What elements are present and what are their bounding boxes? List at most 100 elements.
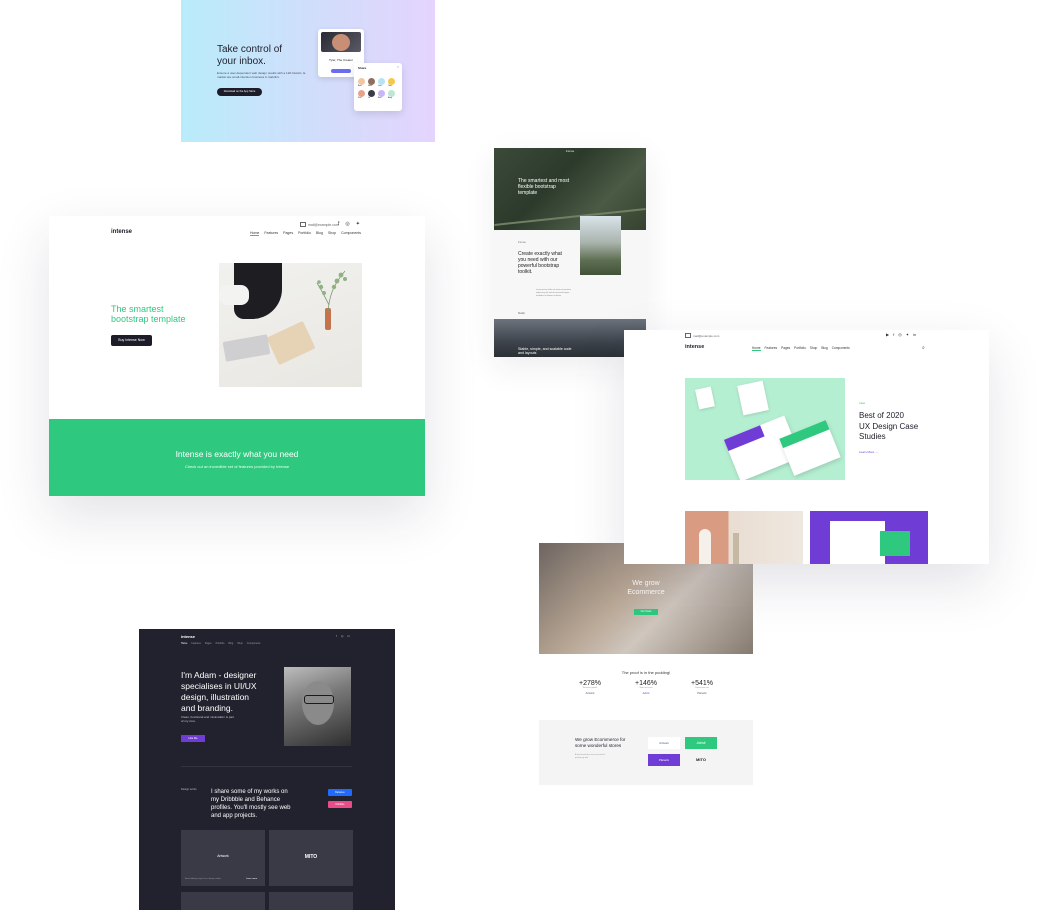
nav-features[interactable]: Features (264, 231, 278, 236)
intense-template-preview[interactable]: mail@example.com f ◎ ✦ intense Home Feat… (49, 216, 425, 496)
nav-components[interactable]: Components (341, 231, 361, 236)
nav-blog[interactable]: Blog (316, 231, 323, 236)
road-shape (494, 208, 646, 226)
nav-blog[interactable]: Blog (228, 642, 233, 645)
hire-me-button[interactable]: Hire Me (181, 735, 205, 742)
behance-button[interactable]: Behance (328, 789, 352, 796)
case-study-image (685, 378, 845, 480)
top-email[interactable]: mail@example.com (685, 333, 719, 338)
main-nav: Home Features Pages Portfolio Blog Shop … (250, 231, 361, 236)
logo[interactable]: intense (181, 634, 195, 639)
logo[interactable]: intense (685, 344, 704, 350)
share-dialog: Share × Ana Mike Lisa Tom Kim Jo Ben Amy (354, 63, 402, 111)
instagram-icon[interactable]: ◎ (341, 634, 344, 638)
inbox-template-preview[interactable]: Take control of your inbox. Ensure a use… (181, 0, 435, 142)
youtube-icon[interactable]: ▶ (886, 332, 889, 337)
brand-logo-tile: MITO (696, 757, 706, 762)
brand-logo-tile: Adroit (685, 737, 717, 749)
share-people-grid: Ana Mike Lisa Tom Kim Jo Ben Amy (358, 78, 398, 99)
laptop-shape (222, 334, 271, 362)
work-tile[interactable] (181, 892, 265, 910)
portfolio-dark-template-preview[interactable]: intense Home Features Pages Portfolio Bl… (139, 629, 395, 910)
dribbble-button[interactable]: Dribbble (328, 801, 352, 808)
doorway-shape (699, 529, 711, 564)
section-label: Design works (181, 788, 197, 791)
divider (181, 766, 352, 767)
search-icon[interactable]: ⌕ (922, 345, 925, 351)
follow-button (331, 69, 351, 73)
case-studies-template-preview[interactable]: mail@example.com ▶ f ◎ ✦ in intense Home… (624, 330, 989, 564)
arrow-right-icon: → (875, 450, 879, 454)
mail-icon (300, 222, 306, 227)
top-email[interactable]: mail@example.com (300, 222, 339, 227)
nav-home[interactable]: Home (752, 346, 761, 351)
facebook-icon[interactable]: f (893, 332, 894, 337)
mockup-accent (880, 531, 910, 556)
tile-logo: MITO (304, 854, 318, 860)
nav-portfolio[interactable]: Portfolio (216, 642, 225, 645)
hero-title: The smartest bootstrap template (111, 304, 186, 324)
ecommerce-template-preview[interactable]: We grow Ecommerce Our Work The proof is … (539, 543, 753, 785)
tile-learn-more-link[interactable]: Learn more (246, 878, 257, 880)
social-icons: f ◎ in (336, 634, 350, 638)
mockup-name: Tyler, The Creator (329, 58, 353, 62)
nav-pages[interactable]: Pages (283, 231, 293, 236)
instagram-icon[interactable]: ◎ (898, 332, 902, 337)
notebook-shape (266, 320, 316, 366)
logo[interactable]: intense (111, 229, 132, 235)
nav-pages[interactable]: Pages (781, 346, 790, 351)
nav-portfolio[interactable]: Portfolio (794, 346, 806, 351)
instagram-icon[interactable]: ◎ (345, 221, 349, 227)
nav-pages[interactable]: Pages (205, 642, 212, 645)
learn-more-link[interactable]: Learn More → (859, 450, 878, 454)
person-avatar: Tom (388, 78, 398, 87)
work-tile[interactable]: MITO (269, 830, 353, 886)
mockup-page (830, 521, 885, 564)
hero-subtitle: Clean, functional and minimalism is part… (181, 715, 235, 723)
nav-components[interactable]: Components (832, 346, 850, 351)
facebook-icon[interactable]: f (338, 221, 339, 227)
close-icon: × (396, 65, 399, 69)
brand-logo-tile: Planetix (648, 754, 680, 766)
stat-item: +278% Revenue growth Artwork (579, 680, 601, 695)
person-avatar: Amy (388, 90, 398, 99)
nav-components[interactable]: Components (247, 642, 261, 645)
twitter-icon[interactable]: ✦ (356, 221, 360, 227)
section-eyebrow: Intense (518, 241, 526, 244)
person-avatar: Kim (358, 90, 368, 99)
linkedin-icon[interactable]: in (347, 634, 349, 638)
forest-top-label: Intense (565, 150, 575, 153)
share-title: Share (358, 66, 367, 70)
work-tile[interactable] (269, 892, 353, 910)
nav-shop[interactable]: Shop (237, 642, 243, 645)
nav-shop[interactable]: Shop (810, 346, 817, 351)
linkedin-icon[interactable]: in (913, 332, 916, 337)
facebook-icon[interactable]: f (336, 634, 337, 638)
band-title: Intense is exactly what you need (175, 449, 299, 459)
nav-home[interactable]: Home (181, 642, 187, 645)
inbox-body-text: Ensure a user-dependent web design resul… (217, 71, 307, 80)
buy-intense-button[interactable]: Buy Intense Now (111, 335, 152, 346)
twitter-icon[interactable]: ✦ (906, 332, 909, 337)
case-tag: Case (859, 402, 866, 405)
person-avatar: Ben (378, 90, 388, 99)
plant-icon (315, 267, 355, 313)
nav-shop[interactable]: Shop (328, 231, 336, 236)
app-store-button[interactable]: Download on the App Store (217, 88, 262, 96)
inbox-title: Take control of your inbox. (217, 44, 283, 67)
works-text: I share some of my works on my Dribbble … (211, 789, 291, 819)
ecom-hero-button[interactable]: Our Work (634, 609, 658, 615)
section-body: Lorem ipsum dolor sit amet consectetur a… (536, 289, 572, 297)
nav-features[interactable]: Features (765, 346, 778, 351)
stats-row: +278% Revenue growth Artwork +146% Sales… (579, 680, 713, 695)
hero-title: I'm Adam - designer specialises in UI/UX… (181, 670, 257, 713)
forest-title: The smartest and most flexible bootstrap… (518, 178, 570, 196)
nav-portfolio[interactable]: Portfolio (298, 231, 311, 236)
nav-features[interactable]: Features (191, 642, 200, 645)
forest-template-preview[interactable]: Intense The smartest and most flexible b… (494, 148, 646, 357)
case-heading: Best of 2020 UX Design Case Studies (859, 411, 919, 441)
nav-blog[interactable]: Blog (821, 346, 827, 351)
nav-home[interactable]: Home (250, 231, 260, 236)
band-subtitle: Check out an incredible set of features … (184, 464, 290, 469)
main-nav: Home Features Pages Portfolio Shop Blog … (752, 346, 850, 351)
